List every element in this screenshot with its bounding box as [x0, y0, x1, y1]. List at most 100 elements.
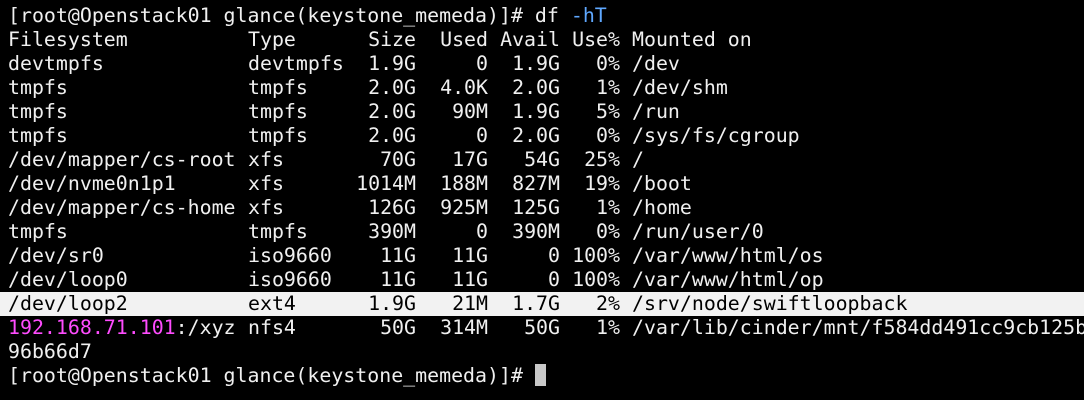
row-size: 11G [380, 244, 416, 267]
row-used: 17G [452, 148, 488, 171]
row-use-percent: 25% [584, 148, 620, 171]
row-filesystem: tmpfs [8, 124, 68, 147]
row-type: ext4 [248, 292, 296, 315]
shell-prompt: [root@Openstack01 glance(keystone_memeda… [8, 4, 523, 27]
command-line: [root@Openstack01 glance(keystone_memeda… [0, 4, 1084, 28]
row-filesystem: tmpfs [8, 220, 68, 243]
table-header: Filesystem Type Size Used Avail Use% Mounted o… [0, 28, 1084, 52]
row-filesystem: tmpfs [8, 100, 68, 123]
row-mount: /sys/fs/cgroup [632, 124, 800, 147]
command-name: df [534, 4, 559, 27]
row-use-percent: 0% [596, 124, 620, 147]
row-filesystem: /dev/sr0 [8, 244, 104, 267]
row-type: xfs [248, 172, 284, 195]
table-row: /dev/mapper/cs-home xfs 126G 925M 125G 1% /hom… [0, 196, 1084, 220]
cursor [534, 364, 546, 386]
row-used: 21M [452, 292, 488, 315]
row-used: 4.0K [440, 76, 488, 99]
table-row: /dev/nvme0n1p1 xfs 1014M 188M 827M 19% /boot [0, 172, 1084, 196]
header-size: Size [368, 28, 416, 51]
table-row: devtmpfs devtmpfs 1.9G 0 1.9G 0% /dev [0, 52, 1084, 76]
row-size: 70G [380, 148, 416, 171]
row-use-percent: 0% [596, 220, 620, 243]
row-filesystem: /dev/loop2 [8, 292, 128, 315]
row-filesystem: /dev/mapper/cs-home [8, 196, 236, 219]
header-used: Used [440, 28, 488, 51]
row-use-percent: 2% [596, 292, 620, 315]
row-use-percent: 19% [584, 172, 620, 195]
row-mount: /run [632, 100, 680, 123]
row-used: 0 [476, 124, 488, 147]
row-use-percent: 100% [572, 268, 620, 291]
table-row: /dev/mapper/cs-root xfs 70G 17G 54G 25% / [0, 148, 1084, 172]
row-avail: 50G [524, 316, 560, 339]
row-mount: /dev/shm [632, 76, 728, 99]
row-avail: 54G [524, 148, 560, 171]
header-use-percent: Use% [572, 28, 620, 51]
terminal-window[interactable]: [root@Openstack01 glance(keystone_memeda… [0, 0, 1084, 400]
command-flag: -hT [570, 4, 607, 27]
row-avail: 2.0G [512, 124, 560, 147]
table-row: /dev/loop2 ext4 1.9G 21M 1.7G 2% /srv/node/swi… [0, 292, 1084, 316]
row-type: iso9660 [248, 268, 332, 291]
shell-prompt: [root@Openstack01 glance(keystone_memeda… [8, 364, 523, 387]
row-used: 90M [452, 100, 488, 123]
row-type: nfs4 [248, 316, 296, 339]
row-size: 1.9G [368, 292, 416, 315]
row-avail: 0 [548, 268, 560, 291]
row-type: devtmpfs [248, 52, 344, 75]
row-type: tmpfs [248, 76, 308, 99]
row-use-percent: 1% [596, 316, 620, 339]
row-use-percent: 0% [596, 52, 620, 75]
header-avail: Avail [500, 28, 560, 51]
header-type: Type [248, 28, 296, 51]
row-filesystem: 192.168.71.101:/xyz [8, 316, 248, 340]
row-filesystem: /dev/mapper/cs-root [8, 148, 236, 171]
row-avail: 125G [512, 196, 560, 219]
row-mount: /home [632, 196, 692, 219]
row-mount-wrap: 96b66d7 [8, 340, 92, 363]
row-filesystem: /dev/nvme0n1p1 [8, 172, 176, 195]
row-filesystem: devtmpfs [8, 52, 104, 75]
row-mount: /var/www/html/op [632, 268, 824, 291]
row-use-percent: 5% [596, 100, 620, 123]
row-type: xfs [248, 148, 284, 171]
row-type: iso9660 [248, 244, 332, 267]
row-size: 50G [380, 316, 416, 339]
row-mount: /var/lib/cinder/mnt/f584dd491cc9cb125b [632, 316, 1084, 339]
row-size: 1.9G [368, 52, 416, 75]
row-avail: 1.9G [512, 100, 560, 123]
row-size: 126G [368, 196, 416, 219]
row-size: 2.0G [368, 100, 416, 123]
row-used: 314M [440, 316, 488, 339]
row-size: 1014M [356, 172, 416, 195]
row-type: tmpfs [248, 100, 308, 123]
row-size: 2.0G [368, 76, 416, 99]
row-type: tmpfs [248, 220, 308, 243]
row-avail: 1.7G [512, 292, 560, 315]
table-row: tmpfs tmpfs 2.0G 0 2.0G 0% /sys/fs/cgroup [0, 124, 1084, 148]
nfs-path: :/xyz [175, 316, 236, 339]
row-used: 188M [440, 172, 488, 195]
row-filesystem: /dev/loop0 [8, 268, 128, 291]
prompt-line[interactable]: [root@Openstack01 glance(keystone_memeda… [0, 364, 1084, 388]
header-filesystem: Filesystem [8, 28, 128, 51]
table-row: tmpfs tmpfs 2.0G 4.0K 2.0G 1% /dev/shm [0, 76, 1084, 100]
row-used: 0 [476, 220, 488, 243]
row-size: 390M [368, 220, 416, 243]
table-row: /dev/sr0 iso9660 11G 11G 0 100% /var/www/html/… [0, 244, 1084, 268]
row-mount: /srv/node/swiftloopback [632, 292, 908, 315]
row-used: 11G [452, 244, 488, 267]
nfs-ip: 192.168.71.101 [8, 316, 176, 339]
table-row-nfs-wrap: 96b66d7 [0, 340, 1084, 364]
row-used: 0 [476, 52, 488, 75]
row-mount: /var/www/html/os [632, 244, 824, 267]
row-mount: /run/user/0 [632, 220, 764, 243]
row-use-percent: 1% [596, 76, 620, 99]
row-avail: 0 [548, 244, 560, 267]
row-mount: /dev [632, 52, 680, 75]
table-row: tmpfs tmpfs 390M 0 390M 0% /run/user/0 [0, 220, 1084, 244]
table-row: tmpfs tmpfs 2.0G 90M 1.9G 5% /run [0, 100, 1084, 124]
row-use-percent: 100% [572, 244, 620, 267]
header-mounted-on: Mounted on [632, 28, 752, 51]
